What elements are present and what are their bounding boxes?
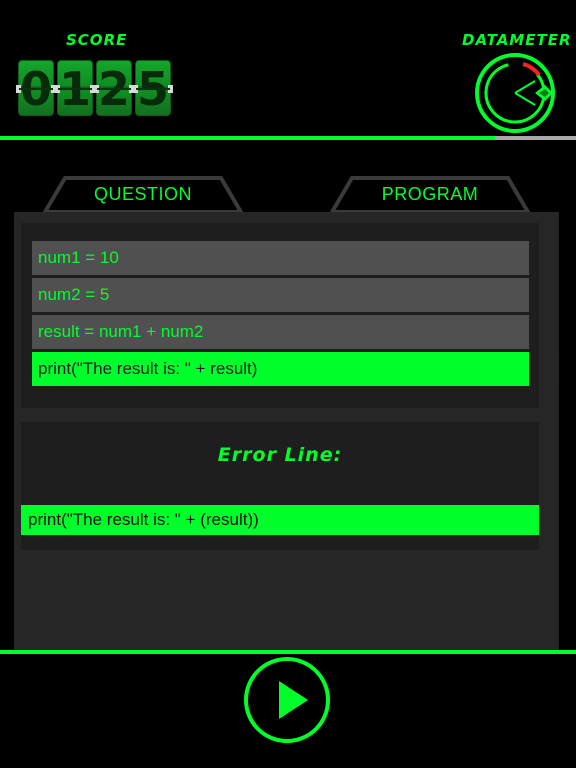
score-digit: 1	[55, 60, 95, 116]
tab-program[interactable]: PROGRAM	[330, 176, 530, 212]
code-line[interactable]: num2 = 5	[32, 278, 529, 312]
score-digit: 5	[133, 60, 173, 116]
tab-question-label: QUESTION	[93, 184, 192, 204]
datameter-label: DATAMETER	[462, 31, 572, 49]
code-line[interactable]: num1 = 10	[32, 241, 529, 275]
error-title: Error Line:	[217, 444, 343, 466]
tab-program-label: PROGRAM	[381, 184, 479, 204]
progress-bar	[0, 136, 576, 140]
code-line[interactable]: result = num1 + num2	[32, 315, 529, 349]
datameter-gauge-icon	[473, 51, 557, 135]
score-display: 0 1 2 5	[16, 60, 173, 116]
progress-bar-fill	[0, 136, 496, 140]
score-label: SCORE	[66, 31, 128, 49]
tab-question[interactable]: QUESTION	[43, 176, 243, 212]
play-button[interactable]	[244, 657, 330, 743]
score-digit: 0	[16, 60, 56, 116]
play-icon	[279, 681, 308, 719]
error-line: print("The result is: " + (result))	[21, 505, 539, 535]
footer-divider	[0, 650, 576, 654]
code-line-selected[interactable]: print("The result is: " + result)	[32, 352, 529, 386]
score-digit: 2	[94, 60, 134, 116]
